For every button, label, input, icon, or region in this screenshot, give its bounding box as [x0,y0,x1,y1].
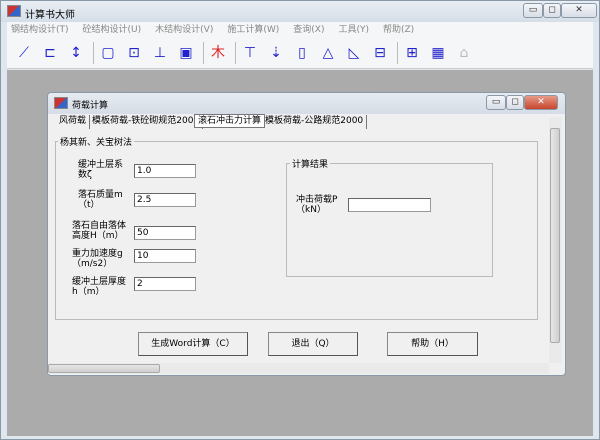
menu-query[interactable]: 查询(X) [289,22,324,38]
field-label-rock-mass: 落石质量m（t） [78,190,123,210]
exit-button[interactable]: 退出（Q） [268,332,358,356]
anchor-icon[interactable]: ⊟ [369,41,391,65]
dialog-minimize-button[interactable]: ▭ [486,95,506,110]
toolbar-separator [397,42,398,64]
dialog-maximize-button[interactable]: ◻ [506,95,524,110]
retaining-icon[interactable]: ◺ [343,41,365,65]
menu-steel[interactable]: 钢结构设计(T) [7,22,69,38]
fall-height-input[interactable] [134,226,196,240]
rock-mass-input[interactable] [134,193,196,207]
window-title: 计算书大师 [25,10,75,21]
dialog-title-bar: 荷载计算 ▭ ◻ ✕ [48,93,565,114]
dialog-close-button[interactable]: ✕ [524,95,558,110]
vertical-scroll-thumb[interactable] [550,128,560,343]
close-button[interactable]: ✕ [561,3,597,18]
tab-formwork-rail[interactable]: 模板荷载-铁砼砌规范2001 [89,115,204,129]
menu-construction[interactable]: 施工计算(W) [223,22,279,38]
horizontal-scroll-thumb[interactable] [48,364,160,373]
menu-bar: 钢结构设计(T) 砼结构设计(U) 木结构设计(V) 施工计算(W) 查询(X) 工具(Y… [7,22,593,38]
beam-icon[interactable]: ⟋ [13,41,35,65]
pile-icon[interactable]: ⊤ [239,41,261,65]
grid-icon[interactable]: ⊞ [401,41,423,65]
dialog-icon [54,97,68,109]
result-group-title: 计算结果 [290,157,331,170]
toolbar-separator [235,42,236,64]
app-icon [7,5,21,17]
truss-icon[interactable]: △ [317,41,339,65]
toolbar: ⟋ ⊏ ↕ ▢ ⊡ ⊥ ▣ 木 ⊤ ⇣ ▯ △ ◺ ⊟ ⊞ ▦ ⌂ [7,38,593,69]
foundation-icon[interactable]: ⊥ [149,41,171,65]
column-section-icon[interactable]: ⊡ [123,41,145,65]
field-label-buffer-thickness: 缓冲土层厚度h（m） [72,277,127,297]
result-group [286,163,493,277]
box-icon[interactable]: ▢ [97,41,119,65]
toolbar-separator [93,42,94,64]
square-section-icon[interactable]: ▣ [175,41,197,65]
disabled-icon[interactable]: ⌂ [453,41,475,65]
tab-rockfall-impact[interactable]: 滚石冲击力计算 [194,114,266,128]
buffer-coef-input[interactable] [134,164,196,178]
method-group-title: 杨其新、关宝树法 [58,135,135,148]
wood-icon[interactable]: 木 [207,41,229,65]
toolbar-separator [203,42,204,64]
title-bar: 计算书大师 ▭ ◻ ✕ [1,1,599,22]
field-label-gravity: 重力加速度g（m/s2） [72,249,123,269]
menu-concrete[interactable]: 砼结构设计(U) [79,22,142,38]
help-button[interactable]: 帮助（H） [387,332,478,356]
minimize-button[interactable]: ▭ [523,3,543,18]
result-label: 冲击荷载P（kN） [296,195,338,215]
impact-load-output[interactable] [348,198,431,212]
field-label-buffer-coef: 缓冲土层系数ζ [78,160,124,180]
rock-impact-icon[interactable]: ⇣ [265,41,287,65]
wall-icon[interactable]: ▯ [291,41,313,65]
field-label-fall-height: 落石自由落体高度H（m） [72,221,127,241]
tab-formwork-highway[interactable]: 模板荷载-公路规范2000 [262,115,368,129]
tab-wind-load[interactable]: 风荷载 [56,115,91,129]
buffer-thickness-input[interactable] [134,277,196,291]
maximize-button[interactable]: ◻ [543,3,561,18]
menu-help[interactable]: 帮助(Z) [379,22,414,38]
horizontal-scrollbar[interactable] [48,363,549,374]
dialog-title: 荷载计算 [72,101,109,111]
table-icon[interactable]: ▦ [427,41,449,65]
generate-word-button[interactable]: 生成Word计算（C） [138,332,248,356]
menu-wood[interactable]: 木结构设计(V) [151,22,213,38]
vertical-scrollbar[interactable] [549,117,562,363]
gravity-input[interactable] [134,249,196,263]
menu-tools[interactable]: 工具(Y) [334,22,369,38]
joint-icon[interactable]: ↕ [65,41,87,65]
connection-icon[interactable]: ⊏ [39,41,61,65]
